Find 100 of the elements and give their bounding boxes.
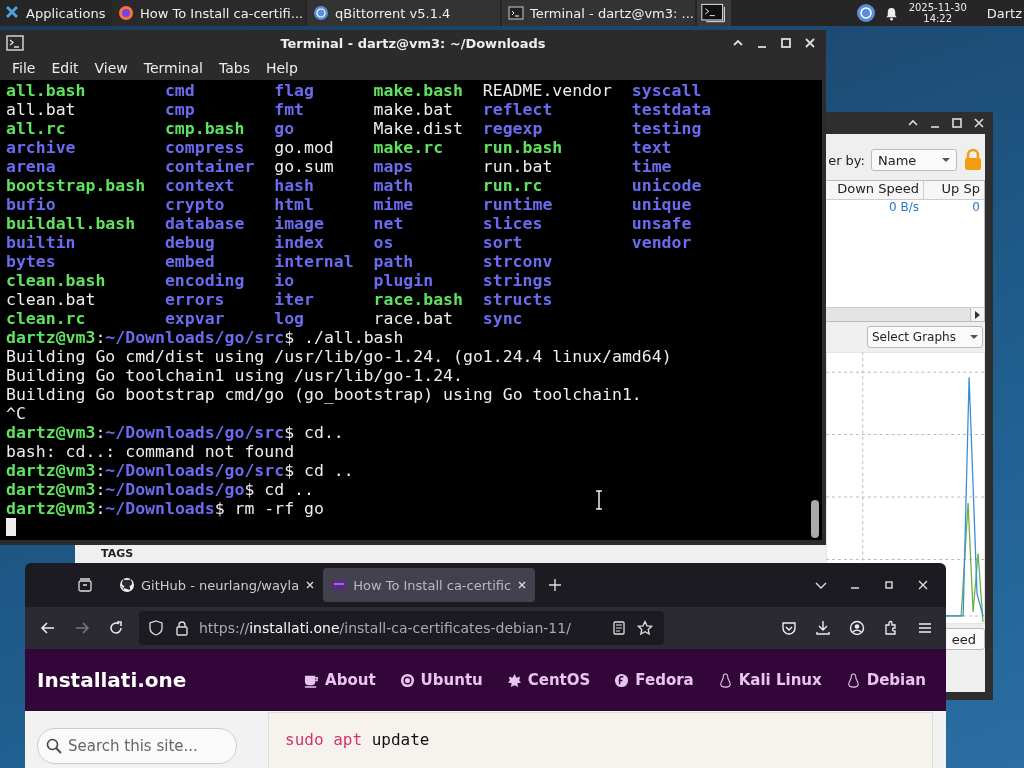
file-entry: encoding xyxy=(164,271,245,290)
nav-link[interactable]: Fedora xyxy=(614,671,694,689)
extensions-puzzle-icon[interactable] xyxy=(883,620,899,636)
graph-select-dropdown[interactable]: Select Graphs xyxy=(867,326,983,348)
file-entry: container xyxy=(164,157,255,176)
browser-icon xyxy=(118,5,134,21)
file-entry: make.bat xyxy=(373,100,453,119)
terminal-line: ^C xyxy=(6,404,26,423)
penguin-icon xyxy=(845,672,861,688)
menu-item[interactable]: File xyxy=(4,60,44,76)
menu-item[interactable]: Terminal xyxy=(135,60,211,76)
taskbar-button[interactable]: Terminal - dartz@vm3: ... xyxy=(502,0,695,26)
file-entry: log xyxy=(274,309,304,328)
applications-menu[interactable]: Applications xyxy=(0,0,112,26)
file-entry: sync xyxy=(482,309,523,328)
terminal-icon xyxy=(6,35,24,51)
file-entry: testing xyxy=(631,119,702,138)
site-logo-text[interactable]: Installati.one xyxy=(37,668,187,692)
file-entry: flag xyxy=(274,81,314,100)
filter-dropdown[interactable]: Name xyxy=(871,149,957,171)
reader-view-icon[interactable] xyxy=(611,620,627,636)
text-cursor xyxy=(6,518,16,536)
file-entry: bytes xyxy=(6,252,56,271)
back-icon[interactable] xyxy=(40,620,56,636)
file-entry: all.bash xyxy=(6,81,86,100)
code-line: sudo apt update xyxy=(285,730,430,749)
search-field[interactable]: Search this site... xyxy=(37,728,237,764)
nav-link[interactable]: CentOS xyxy=(506,671,591,689)
tags-heading[interactable]: TAGS xyxy=(101,547,134,560)
file-entry: slices xyxy=(482,214,543,233)
file-entry: crypto xyxy=(164,195,225,214)
terminal-launcher[interactable] xyxy=(697,0,731,26)
file-entry: unique xyxy=(631,195,692,214)
maximize-icon[interactable] xyxy=(883,579,895,591)
close-tab-icon[interactable] xyxy=(517,580,528,590)
close-icon[interactable] xyxy=(973,117,985,129)
new-tab-icon[interactable] xyxy=(547,577,564,593)
file-entry: all.rc xyxy=(6,119,66,138)
tab-list-icon[interactable] xyxy=(77,577,93,593)
menu-icon[interactable] xyxy=(917,620,933,636)
taskbar-button[interactable]: How To Install ca-certifi... xyxy=(112,0,305,26)
file-entry: sort xyxy=(482,233,523,252)
tray-app-icon[interactable] xyxy=(855,3,876,23)
horizontal-scrollbar[interactable] xyxy=(825,307,984,321)
scrollbar-thumb[interactable] xyxy=(811,500,819,538)
terminal-line: dartz@vm3:~/Downloads/go/src$ cd .. xyxy=(6,461,354,480)
menu-item[interactable]: Edit xyxy=(43,60,87,76)
account-icon[interactable] xyxy=(849,620,865,636)
close-icon[interactable] xyxy=(917,579,929,591)
pocket-icon[interactable] xyxy=(781,620,797,636)
clock-time: 14:22 xyxy=(923,13,953,24)
bookmark-star-icon[interactable] xyxy=(637,620,653,636)
close-tab-icon[interactable] xyxy=(305,580,316,590)
nav-link[interactable]: Debian xyxy=(845,671,926,689)
file-entry: all.bat xyxy=(6,100,76,119)
search-icon xyxy=(46,738,62,754)
nav-link[interactable]: About xyxy=(304,671,376,689)
user-name[interactable]: Dartz xyxy=(986,5,1022,21)
file-entry: time xyxy=(631,157,672,176)
column-header[interactable]: Up Sp xyxy=(924,181,984,199)
terminal-line: bash: cd..: command not found xyxy=(6,442,295,461)
maximize-icon[interactable] xyxy=(780,37,792,49)
file-entry: text xyxy=(631,138,672,157)
nav-link[interactable]: Ubuntu xyxy=(399,671,483,689)
reload-icon[interactable] xyxy=(108,620,124,636)
file-entry: index xyxy=(274,233,324,252)
file-entry: syscall xyxy=(631,81,702,100)
lock-icon[interactable] xyxy=(174,620,190,636)
penguin-icon xyxy=(717,672,733,688)
file-entry: io xyxy=(274,271,295,290)
close-icon[interactable] xyxy=(804,37,816,49)
taskbar-button[interactable]: qBittorrent v5.1.4 xyxy=(307,0,500,26)
file-entry: maps xyxy=(373,157,414,176)
menu-item[interactable]: Help xyxy=(257,60,306,76)
file-entry: plugin xyxy=(373,271,434,290)
menu-item[interactable]: Tabs xyxy=(210,60,258,76)
forward-icon[interactable] xyxy=(74,620,90,636)
browser-tab[interactable]: GitHub - neurlang/wayla xyxy=(111,568,324,602)
file-entry: run.rc xyxy=(482,176,543,195)
file-entry: unsafe xyxy=(631,214,692,233)
clock-date: 2025-11-30 xyxy=(908,2,967,13)
terminal-line: Building Go cmd/dist using /usr/lib/go-1.24. (go1.24.4 linux/amd64) xyxy=(6,347,672,366)
maximize-icon[interactable] xyxy=(951,117,963,129)
terminal-line: Building Go bootstrap cmd/go (go_bootstrap) using Go toolchain1. xyxy=(6,385,642,404)
terminal-line: Building Go toolchain1 using /usr/lib/go-1.24. xyxy=(6,366,463,385)
filter-label: er by: xyxy=(828,152,865,168)
file-entry: structs xyxy=(482,290,553,309)
address-bar[interactable]: https://installati.one/install-ca-certificates-debian-11/ xyxy=(139,611,664,645)
menu-item[interactable]: View xyxy=(86,60,136,76)
table-cell-text: 0 B/s xyxy=(888,200,920,216)
download-icon[interactable] xyxy=(815,620,831,636)
file-entry: make.bash xyxy=(373,81,463,100)
scroll-right-icon[interactable] xyxy=(970,308,984,321)
nav-link[interactable]: Kali Linux xyxy=(717,671,822,689)
file-entry: fmt xyxy=(274,100,304,119)
browser-tab[interactable]: How To Install ca-certific xyxy=(323,568,536,602)
file-entry: math xyxy=(373,176,414,195)
file-entry: cmp xyxy=(164,100,195,119)
file-entry: bufio xyxy=(6,195,56,214)
shield-icon[interactable] xyxy=(148,620,164,636)
